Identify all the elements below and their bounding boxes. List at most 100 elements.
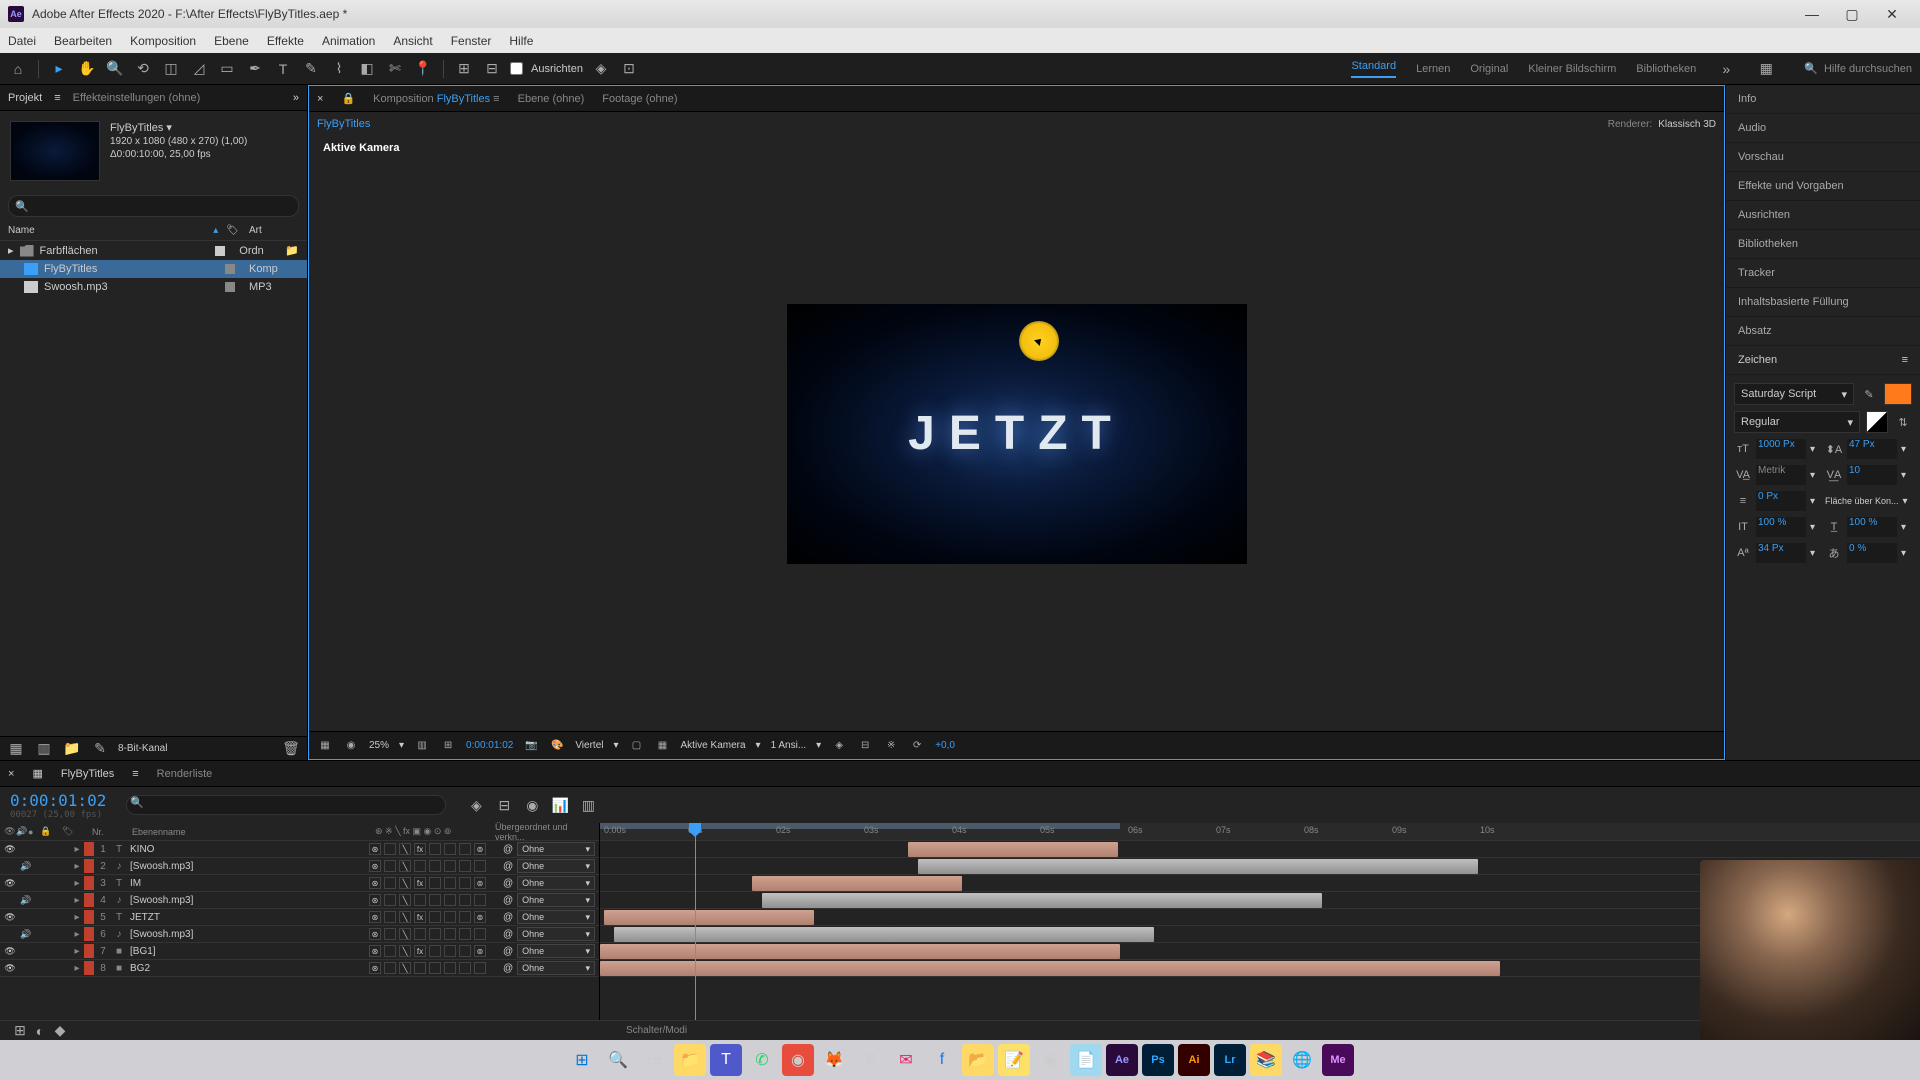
visibility-toggle[interactable]: 👁: [4, 962, 16, 974]
ps-taskbar-icon[interactable]: Ps: [1142, 1044, 1174, 1076]
parent-pickwhip-icon[interactable]: @: [503, 844, 513, 855]
3d-switch[interactable]: ⊚: [474, 945, 486, 957]
parent-pickwhip-icon[interactable]: @: [503, 895, 513, 906]
lock-toggle[interactable]: [52, 962, 64, 974]
layer-name[interactable]: BG2: [126, 963, 369, 974]
panel-tracker[interactable]: Tracker: [1726, 259, 1920, 288]
facebook-icon[interactable]: f: [926, 1044, 958, 1076]
3d-switch[interactable]: [474, 860, 486, 872]
quality-switch[interactable]: ╲: [399, 843, 411, 855]
motion-blur-switch[interactable]: [444, 894, 456, 906]
explorer-icon[interactable]: 📁: [674, 1044, 706, 1076]
fast-icon[interactable]: ※: [883, 738, 899, 754]
shy-switch[interactable]: ⊛: [369, 877, 381, 889]
snap-icon[interactable]: ⊞: [454, 59, 474, 79]
layer-row[interactable]: 👁 ▸ 5 T JETZT ⊛ ╲ fx ⊚ @ Ohne▾: [0, 909, 599, 926]
grid-icon[interactable]: ⊞: [440, 738, 456, 754]
tsume-input[interactable]: 0 %: [1847, 543, 1897, 563]
quality-switch[interactable]: ╲: [399, 962, 411, 974]
clip-swoosh2[interactable]: [762, 893, 1322, 908]
audio-toggle[interactable]: 🔊: [20, 894, 32, 906]
menu-fenster[interactable]: Fenster: [451, 34, 492, 48]
solo-toggle[interactable]: [36, 962, 48, 974]
layer-name[interactable]: [Swoosh.mp3]: [126, 861, 369, 872]
shy-switch[interactable]: ⊛: [369, 911, 381, 923]
clip-kino[interactable]: [908, 842, 1118, 857]
lock-toggle[interactable]: [52, 894, 64, 906]
app-icon-4[interactable]: 🌐: [1286, 1044, 1318, 1076]
panel-bibliotheken[interactable]: Bibliotheken: [1726, 230, 1920, 259]
visibility-toggle[interactable]: 👁: [4, 843, 16, 855]
col-label-icon[interactable]: 🏷: [62, 826, 92, 837]
project-search[interactable]: 🔍: [8, 195, 299, 217]
lock-toggle[interactable]: [52, 843, 64, 855]
search-help-label[interactable]: Hilfe durchsuchen: [1824, 63, 1912, 75]
layer-color-label[interactable]: [84, 893, 94, 907]
clone-tool[interactable]: ⌇: [329, 59, 349, 79]
frame-blend-switch[interactable]: [429, 877, 441, 889]
comp-tab-lock-icon[interactable]: 🔒: [341, 92, 355, 105]
project-item-audio[interactable]: ♪ Swoosh.mp3 MP3: [0, 278, 307, 296]
workspace-bibliotheken[interactable]: Bibliotheken: [1636, 63, 1696, 75]
project-thumbnail[interactable]: [10, 121, 100, 181]
me-taskbar-icon[interactable]: Me: [1322, 1044, 1354, 1076]
camera-tool[interactable]: ◫: [161, 59, 181, 79]
visibility-toggle[interactable]: [4, 860, 16, 872]
layer-expand-icon[interactable]: ▸: [70, 861, 84, 872]
layer-expand-icon[interactable]: ▸: [70, 946, 84, 957]
tl-blend-icon[interactable]: ◐: [30, 1021, 50, 1041]
adjust-switch[interactable]: [459, 843, 471, 855]
visibility-toggle[interactable]: 👁: [4, 945, 16, 957]
layer-name[interactable]: [BG1]: [126, 946, 369, 957]
ae-taskbar-icon[interactable]: Ae: [1106, 1044, 1138, 1076]
layer-color-label[interactable]: [84, 859, 94, 873]
adjust-switch[interactable]: [459, 928, 471, 940]
layer-row[interactable]: 👁 ▸ 3 T IM ⊛ ╲ fx ⊚ @ Ohne▾: [0, 875, 599, 892]
view-dropdown-icon[interactable]: ▾: [756, 740, 761, 751]
motion-blur-switch[interactable]: [444, 877, 456, 889]
start-button[interactable]: ⊞: [566, 1044, 598, 1076]
panel-audio[interactable]: Audio: [1726, 114, 1920, 143]
layer-expand-icon[interactable]: ▸: [70, 929, 84, 940]
layer-color-label[interactable]: [84, 961, 94, 975]
3d-switch[interactable]: ⊚: [474, 877, 486, 889]
motion-blur-switch[interactable]: [444, 962, 456, 974]
layer-expand-icon[interactable]: ▸: [70, 878, 84, 889]
tab-ebene[interactable]: Ebene (ohne): [518, 93, 585, 105]
collapse-switch[interactable]: [384, 945, 396, 957]
time-ruler[interactable]: 0:00s 01s 02s 03s 04s 05s 06s 07s 08s 09…: [600, 823, 1920, 841]
playhead[interactable]: [695, 823, 696, 1020]
tl-tab-menu-icon[interactable]: ≡: [132, 768, 138, 780]
layer-name[interactable]: KINO: [126, 844, 369, 855]
quality-switch[interactable]: ╲: [399, 911, 411, 923]
menu-hilfe[interactable]: Hilfe: [509, 34, 533, 48]
panel-ausrichten[interactable]: Ausrichten: [1726, 201, 1920, 230]
solo-toggle[interactable]: [36, 877, 48, 889]
layer-name[interactable]: JETZT: [126, 912, 369, 923]
3d-switch[interactable]: [474, 928, 486, 940]
parent-dropdown[interactable]: Ohne▾: [517, 859, 595, 873]
notes-icon[interactable]: 📝: [998, 1044, 1030, 1076]
lock-toggle[interactable]: [52, 928, 64, 940]
taskview-button[interactable]: ▭: [638, 1044, 670, 1076]
audio-toggle[interactable]: 🔊: [20, 928, 32, 940]
zoom-dropdown-icon[interactable]: ▾: [399, 740, 404, 751]
fx-switch[interactable]: fx: [414, 945, 426, 957]
lr-taskbar-icon[interactable]: Lr: [1214, 1044, 1246, 1076]
panel-info[interactable]: Info: [1726, 85, 1920, 114]
swap-colors-icon[interactable]: ⇅: [1894, 413, 1912, 431]
tab-footage[interactable]: Footage (ohne): [602, 93, 677, 105]
trash-icon[interactable]: 🗑: [281, 739, 301, 759]
color-label[interactable]: [225, 282, 235, 292]
tl-toggle-switches-icon[interactable]: ⊞: [10, 1021, 30, 1041]
vscale-input[interactable]: 100 %: [1756, 517, 1806, 537]
shy-switch[interactable]: ⊛: [369, 894, 381, 906]
comp-tab-close-icon[interactable]: ×: [317, 93, 323, 105]
bit-depth[interactable]: 8-Bit-Kanal: [118, 743, 167, 754]
parent-pickwhip-icon[interactable]: @: [503, 912, 513, 923]
color-label[interactable]: [215, 246, 225, 256]
3d-icon[interactable]: ◈: [831, 738, 847, 754]
adjust-switch[interactable]: [459, 860, 471, 872]
panel-zeichen-header[interactable]: Zeichen≡: [1726, 346, 1920, 375]
stroke-input[interactable]: 0 Px: [1756, 491, 1806, 511]
